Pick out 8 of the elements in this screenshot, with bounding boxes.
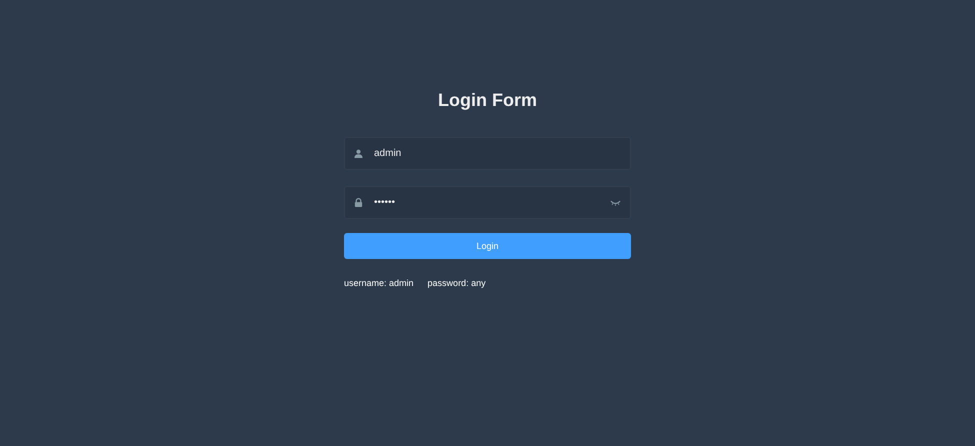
form-title: Login Form	[437, 89, 538, 111]
user-icon	[354, 149, 363, 158]
input-field[interactable]: ••••••	[344, 186, 631, 219]
input-field[interactable]: admin	[344, 137, 631, 170]
hint-text: username: admin	[344, 278, 414, 288]
eye-icon[interactable]	[610, 200, 621, 206]
hint-text: password: any	[428, 278, 486, 288]
lock-icon	[354, 198, 363, 207]
